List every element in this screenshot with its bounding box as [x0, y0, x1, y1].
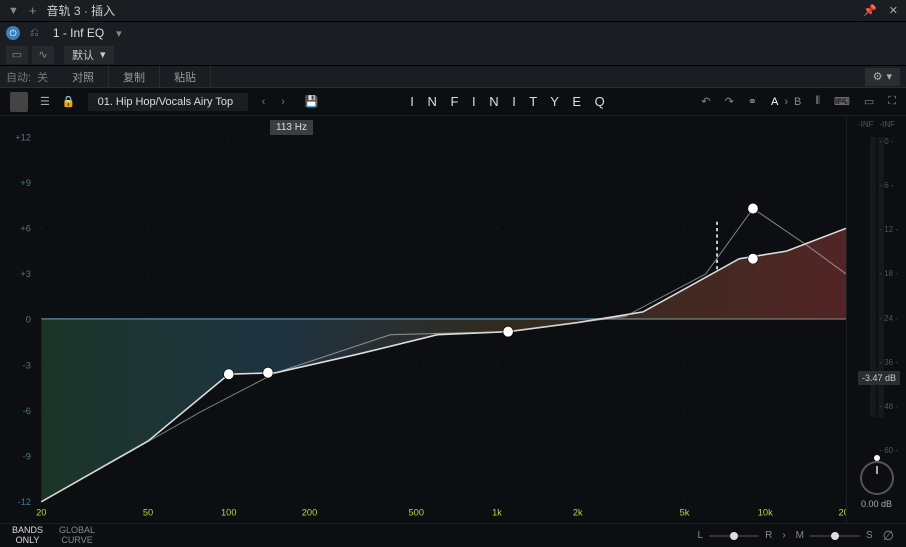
svg-text:+3: +3 — [20, 268, 31, 279]
eq-band-node[interactable] — [263, 367, 273, 378]
preset-prev-icon[interactable]: ‹ — [260, 96, 268, 108]
l-label: L — [698, 530, 704, 541]
bands-only-button[interactable]: BANDS ONLY — [12, 526, 43, 546]
svg-text:20: 20 — [36, 506, 46, 517]
eq-curve-svg[interactable]: +12+9+6+30-3-6-9-12 20501002005001k2k5k1… — [0, 116, 846, 523]
ms-slider-track[interactable] — [810, 535, 860, 537]
meter-scale: - 0 -- 6 -- 12 -- 18 -- 24 -- 36 -- 48 -… — [879, 131, 898, 461]
meter-inf-l: -INF — [858, 120, 874, 129]
keyboard-icon[interactable]: ⌨ — [834, 95, 850, 108]
pin-icon[interactable]: 📌 — [863, 4, 877, 17]
menu-icon[interactable]: ☰ — [40, 95, 50, 108]
plugin-slot-name[interactable]: 1 - Inf EQ — [53, 26, 104, 40]
save-icon[interactable]: 💾 — [305, 95, 319, 108]
eq-band-node[interactable] — [748, 253, 758, 264]
plugin-title: I N F I N I T Y E Q — [410, 94, 610, 109]
close-icon[interactable]: ✕ — [889, 4, 898, 17]
svg-text:50: 50 — [143, 506, 153, 517]
routing-icon[interactable]: ⎌ — [30, 27, 39, 40]
slider-thumb[interactable] — [730, 532, 738, 540]
eq-band-node[interactable] — [503, 326, 513, 337]
chevron-down-icon[interactable]: ▾ — [116, 27, 122, 40]
gear-icon: ⚙ — [873, 70, 883, 83]
s-label: S — [866, 530, 873, 541]
add-icon[interactable]: + — [29, 3, 37, 18]
lock-icon[interactable]: 🔒 — [62, 95, 76, 108]
slider-thumb[interactable] — [831, 532, 839, 540]
svg-text:1k: 1k — [492, 506, 502, 517]
fullscreen-icon[interactable]: ⛶ — [888, 95, 896, 108]
svg-text:500: 500 — [409, 506, 424, 517]
lr-balance[interactable]: L R — [698, 530, 773, 541]
svg-text:0: 0 — [26, 314, 31, 325]
power-button[interactable]: ⏻ — [6, 26, 20, 40]
eq-fill — [41, 228, 846, 502]
page-icon[interactable]: ▭ — [6, 46, 28, 64]
output-gain-knob[interactable] — [860, 461, 894, 495]
window-title: 音轨 3 · 插入 — [46, 2, 115, 19]
ms-balance[interactable]: M S — [796, 530, 873, 541]
m-label: M — [796, 530, 804, 541]
plugin-header: ☰ 🔒 01. Hip Hop/Vocals Airy Top ‹ › 💾 I … — [0, 88, 906, 116]
ab-a-button[interactable]: A — [771, 96, 778, 108]
undo-icon[interactable]: ↶ — [701, 95, 710, 108]
svg-text:-12: -12 — [18, 496, 31, 507]
host-toolbar: ▭ ∿ 默认 ▾ — [0, 44, 906, 66]
lr-slider-track[interactable] — [709, 535, 759, 537]
svg-text:+12: +12 — [15, 131, 31, 142]
dropdown-label: 默认 — [72, 47, 94, 63]
svg-text:100: 100 — [221, 506, 236, 517]
knob-indicator — [874, 455, 880, 461]
svg-text:-6: -6 — [23, 405, 31, 416]
freq-axis-labels: 20 50 100 200 500 1k 2k 5k 10k 20k — [36, 506, 846, 517]
global-curve-button[interactable]: GLOBAL CURVE — [59, 526, 95, 546]
svg-text:+9: +9 — [20, 177, 31, 188]
chevron-right-icon[interactable]: › — [782, 530, 785, 541]
auto-off[interactable]: 关 — [37, 69, 58, 85]
info-icon[interactable]: ▭ — [864, 95, 874, 108]
r-label: R — [765, 530, 772, 541]
db-axis-labels: +12 +9 +6 +3 0 -3 -6 -9 -12 — [15, 131, 31, 507]
phase-icon[interactable]: ∅ — [883, 528, 894, 544]
bottom-bar: BANDS ONLY GLOBAL CURVE L R › M S ∅ — [0, 523, 906, 547]
svg-text:10k: 10k — [758, 506, 773, 517]
eq-band-node[interactable] — [748, 203, 758, 214]
slate-logo — [10, 92, 28, 112]
preset-dropdown[interactable]: 默认 ▾ — [64, 46, 114, 64]
svg-text:+6: +6 — [20, 222, 31, 233]
frequency-tooltip: 113 Hz — [270, 120, 313, 135]
preset-next-icon[interactable]: › — [279, 96, 287, 108]
svg-text:-9: -9 — [23, 450, 31, 461]
svg-text:5k: 5k — [680, 506, 690, 517]
analyzer-icon[interactable]: ⫴ — [815, 95, 820, 108]
svg-text:200: 200 — [302, 506, 317, 517]
redo-icon[interactable]: ↷ — [725, 95, 734, 108]
preset-name[interactable]: 01. Hip Hop/Vocals Airy Top — [88, 93, 248, 111]
output-meter: -INF -INF - 0 -- 6 -- 12 -- 18 -- 24 -- … — [846, 116, 906, 523]
svg-text:2k: 2k — [573, 506, 583, 517]
tab-copy[interactable]: 复制 — [109, 66, 160, 87]
tab-paste[interactable]: 粘贴 — [160, 66, 211, 87]
tab-compare[interactable]: 对照 — [58, 66, 109, 87]
collapse-icon[interactable]: ▼ — [8, 5, 19, 17]
output-gain-value: 0.00 dB — [861, 499, 892, 509]
ab-b-button[interactable]: B — [794, 96, 801, 108]
automation-icon[interactable]: ∿ — [32, 46, 54, 64]
action-tabbar: 自动: 关 对照 复制 粘贴 ⚙ ▾ — [0, 66, 906, 88]
chevron-down-icon: ▾ — [100, 48, 106, 61]
link-icon[interactable]: ⚭ — [748, 95, 757, 108]
auto-label: 自动: — [0, 69, 37, 85]
svg-text:-3: -3 — [23, 359, 31, 370]
chevron-down-icon: ▾ — [886, 70, 892, 83]
meter-inf-r: -INF — [880, 120, 896, 129]
plugin-slot-bar: ⏻ ⎌ 1 - Inf EQ ▾ — [0, 22, 906, 44]
window-titlebar: ▼ + 音轨 3 · 插入 📌 ✕ — [0, 0, 906, 22]
eq-display[interactable]: 113 Hz +12 +9 +6 +3 0 -3 -6 -9 -12 20 50 100 200 500… — [0, 116, 846, 523]
settings-button[interactable]: ⚙ ▾ — [865, 68, 900, 86]
ab-compare: A › B — [771, 96, 801, 108]
ab-arrow-icon[interactable]: › — [784, 96, 788, 108]
eq-band-node[interactable] — [224, 369, 234, 380]
gain-readout: -3.47 dB — [858, 371, 900, 385]
svg-text:20k: 20k — [839, 506, 846, 517]
